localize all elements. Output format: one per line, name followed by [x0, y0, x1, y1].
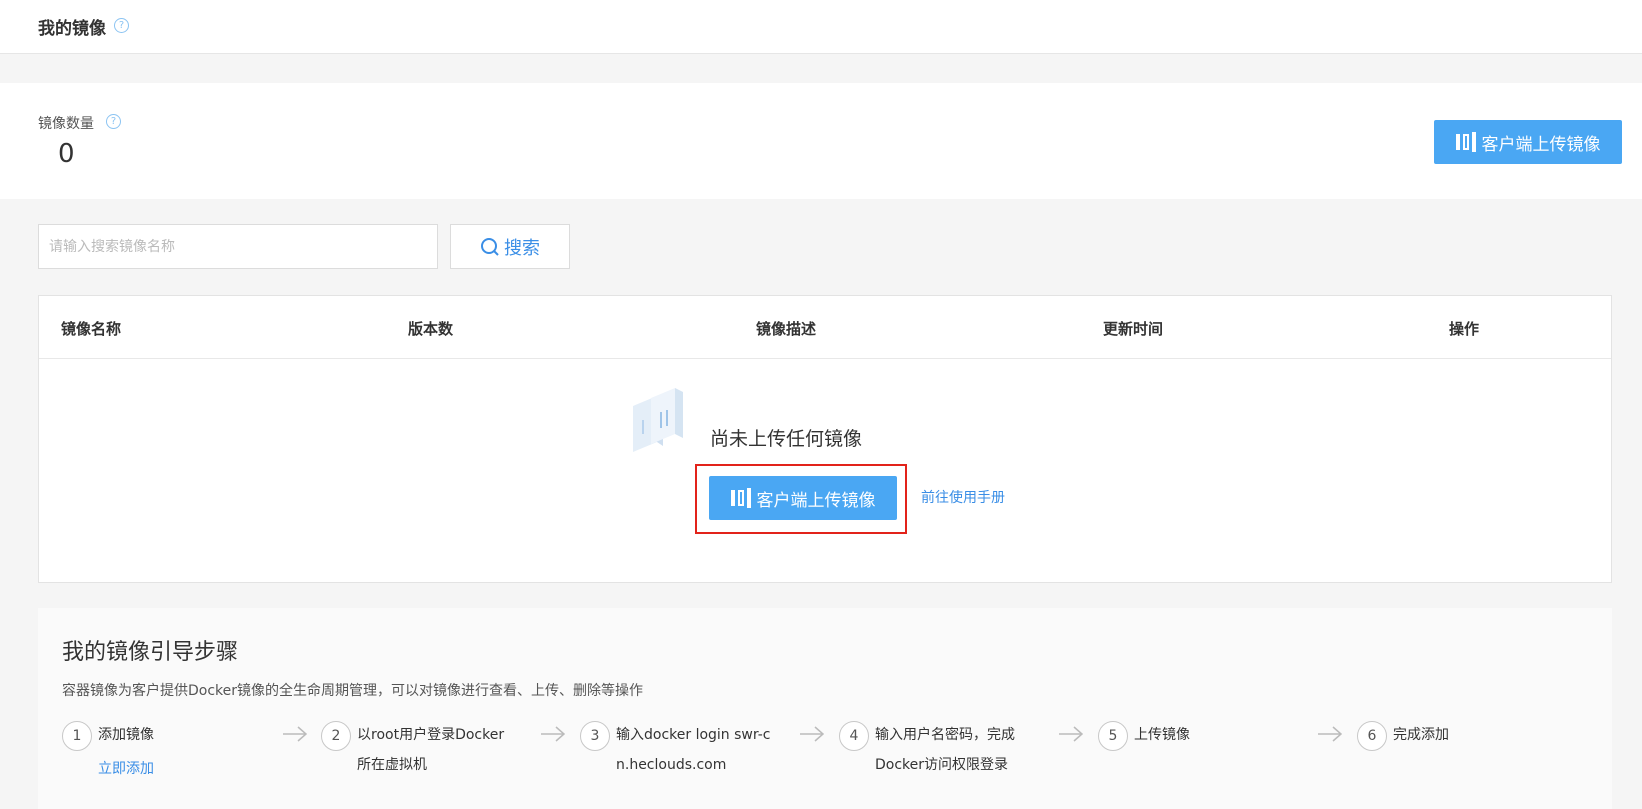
arrow-right-icon [1318, 726, 1343, 742]
step-text: 添加镜像 [98, 727, 154, 743]
empty-servers-icon [633, 388, 683, 452]
upload-client-icon [730, 488, 751, 508]
step-number: 3 [580, 721, 610, 751]
search-icon [481, 237, 499, 256]
guide-description: 容器镜像为客户提供Docker镜像的全生命周期管理，可以对镜像进行查看、上传、删… [62, 683, 644, 699]
step-text: 上传镜像 [1134, 727, 1190, 743]
table-header: 镜像名称 版本数 镜像描述 更新时间 操作 [39, 296, 1611, 359]
step-text: 输入docker login swr-cn.heclouds.com [616, 727, 771, 773]
step-text: 输入用户名密码，完成Docker访问权限登录 [875, 727, 1015, 773]
step-text: 完成添加 [1393, 727, 1449, 743]
column-header-description: 镜像描述 [756, 320, 817, 338]
search-input[interactable] [38, 224, 438, 269]
arrow-right-icon [1059, 726, 1084, 742]
step-number: 1 [62, 721, 92, 751]
image-table: 镜像名称 版本数 镜像描述 更新时间 操作 尚未上传任何镜像 客户端上传镜像 前… [38, 295, 1612, 583]
step-number: 6 [1357, 721, 1387, 751]
column-header-updated-time: 更新时间 [1103, 320, 1164, 338]
help-icon[interactable]: ? [114, 18, 129, 33]
step-number: 2 [321, 721, 351, 751]
arrow-right-icon [283, 726, 308, 742]
top-bar: 我的镜像 ? [0, 0, 1642, 54]
empty-client-upload-button[interactable]: 客户端上传镜像 [709, 476, 897, 520]
search-button[interactable]: 搜索 [450, 224, 570, 269]
arrow-right-icon [541, 726, 566, 742]
column-header-name: 镜像名称 [61, 320, 122, 338]
column-header-versions: 版本数 [408, 320, 454, 338]
image-count-value: 0 [58, 139, 75, 169]
empty-state-message: 尚未上传任何镜像 [710, 428, 863, 450]
upload-client-icon [1455, 132, 1476, 152]
guide-panel: 我的镜像引导步骤 容器镜像为客户提供Docker镜像的全生命周期管理，可以对镜像… [38, 608, 1612, 809]
client-upload-button[interactable]: 客户端上传镜像 [1434, 120, 1622, 164]
arrow-right-icon [800, 726, 825, 742]
help-icon[interactable]: ? [106, 114, 121, 129]
search-button-label: 搜索 [504, 237, 540, 259]
column-header-actions: 操作 [1449, 320, 1480, 338]
empty-client-upload-button-label: 客户端上传镜像 [756, 490, 876, 511]
add-now-link[interactable]: 立即添加 [98, 758, 154, 778]
user-manual-link[interactable]: 前往使用手册 [921, 487, 1005, 507]
client-upload-button-label: 客户端上传镜像 [1481, 134, 1601, 155]
guide-title: 我的镜像引导步骤 [62, 640, 239, 665]
page-title: 我的镜像 [38, 19, 106, 39]
step-number: 4 [839, 721, 869, 751]
image-count-label: 镜像数量 [38, 116, 94, 132]
summary-panel: 镜像数量 ? 0 [0, 83, 1642, 199]
step-number: 5 [1098, 721, 1128, 751]
step-text: 以root用户登录Docker所在虚拟机 [357, 727, 505, 773]
